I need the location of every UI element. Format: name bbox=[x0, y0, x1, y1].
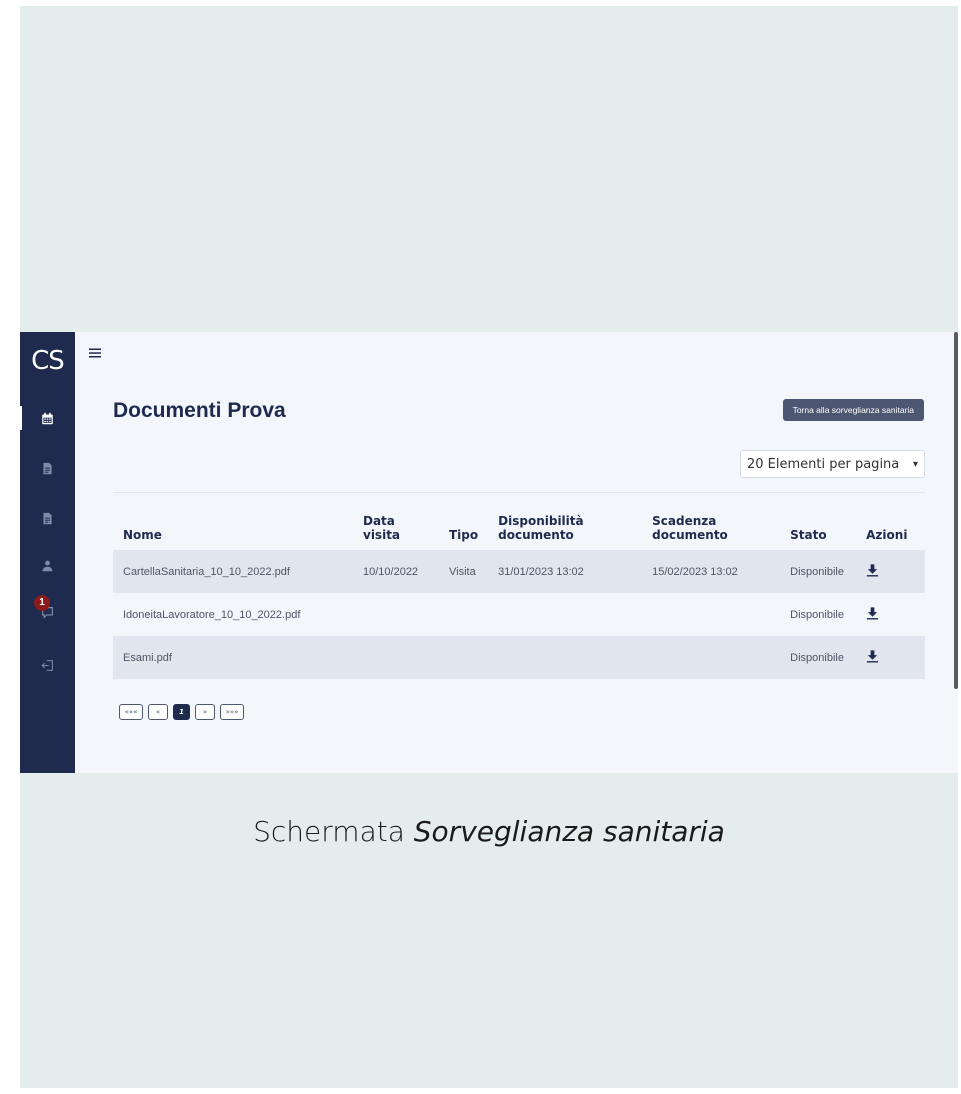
menu-icon[interactable] bbox=[88, 346, 102, 360]
page-title: Documenti Prova bbox=[113, 399, 286, 422]
pagination-current-page[interactable]: 1 bbox=[173, 704, 190, 720]
table-header-row: Nome Data visita Tipo Disponibilità docum… bbox=[113, 500, 925, 550]
cell-disponibilita bbox=[488, 593, 642, 636]
header-line-2: documento bbox=[498, 528, 574, 542]
download-icon[interactable] bbox=[866, 649, 879, 663]
col-header-data-visita[interactable]: Data visita bbox=[353, 500, 439, 550]
screenshot-caption: Schermata Sorveglianza sanitaria bbox=[20, 815, 958, 848]
col-header-disponibilita[interactable]: Disponibilità documento bbox=[488, 500, 642, 550]
col-header-nome[interactable]: Nome bbox=[113, 500, 353, 550]
header-line-1: Scadenza bbox=[652, 514, 717, 528]
items-per-page-label: 20 Elementi per pagina bbox=[747, 456, 900, 472]
pagination-first-button[interactable]: ««« bbox=[119, 704, 143, 720]
cell-data-visita bbox=[353, 636, 439, 679]
download-icon[interactable] bbox=[866, 606, 879, 620]
cell-tipo bbox=[439, 636, 489, 679]
cell-stato: Disponibile bbox=[780, 636, 857, 679]
calendar-icon bbox=[42, 412, 53, 424]
cell-disponibilita bbox=[488, 636, 643, 679]
cell-data-visita bbox=[353, 593, 439, 636]
pagination-prev-button[interactable]: « bbox=[148, 704, 168, 720]
user-icon bbox=[42, 560, 53, 571]
app-window: CS 1 Documenti Prova Torna alla sorvegli… bbox=[20, 332, 958, 773]
cell-azioni bbox=[856, 593, 925, 636]
header-line-1: Disponibilità bbox=[498, 514, 584, 528]
cell-nome: CartellaSanitaria_10_10_2022.pdf bbox=[113, 550, 353, 593]
cell-tipo bbox=[439, 593, 488, 636]
caption-emphasis: Sorveglianza sanitaria bbox=[413, 815, 725, 848]
pagination-last-button[interactable]: »»» bbox=[220, 704, 244, 720]
logout-icon bbox=[41, 659, 53, 671]
pagination-next-button[interactable]: » bbox=[195, 704, 215, 720]
active-indicator bbox=[20, 406, 22, 430]
cell-tipo: Visita bbox=[439, 550, 489, 593]
notification-badge: 1 bbox=[34, 595, 50, 611]
cell-azioni bbox=[856, 550, 925, 593]
items-per-page-select[interactable]: 20 Elementi per pagina ▾ bbox=[740, 450, 925, 478]
col-header-scadenza[interactable]: Scadenza documento bbox=[642, 500, 780, 550]
select-arrows-icon: ▾ bbox=[912, 458, 918, 470]
vertical-scrollbar[interactable] bbox=[954, 332, 958, 689]
table-row: IdoneitaLavoratore_10_10_2022.pdf Dispon… bbox=[113, 593, 925, 636]
main-content: Documenti Prova Torna alla sorveglianza … bbox=[75, 332, 958, 773]
documents-table: Nome Data visita Tipo Disponibilità docum… bbox=[113, 500, 925, 679]
sidebar-item-documents[interactable] bbox=[20, 456, 75, 480]
document-icon bbox=[43, 512, 52, 524]
col-header-azioni: Azioni bbox=[866, 528, 908, 542]
download-icon[interactable] bbox=[866, 563, 879, 577]
cell-scadenza bbox=[642, 593, 780, 636]
cell-nome: Esami.pdf bbox=[113, 636, 353, 679]
cell-disponibilita: 31/01/2023 13:02 bbox=[488, 550, 643, 593]
cell-scadenza bbox=[642, 636, 781, 679]
table-row: Esami.pdf Disponibile bbox=[113, 636, 925, 679]
cell-stato: Disponibile bbox=[790, 608, 844, 621]
cell-azioni bbox=[856, 636, 925, 679]
cell-scadenza: 15/02/2023 13:02 bbox=[642, 550, 781, 593]
header-line-2: documento bbox=[652, 528, 728, 542]
cell-data-visita: 10/10/2022 bbox=[353, 550, 439, 593]
sidebar-item-profile[interactable] bbox=[20, 553, 75, 577]
cell-nome: IdoneitaLavoratore_10_10_2022.pdf bbox=[123, 608, 301, 621]
sidebar: CS 1 bbox=[20, 332, 75, 773]
sidebar-item-logout[interactable] bbox=[20, 653, 75, 677]
col-header-tipo[interactable]: Tipo bbox=[439, 500, 488, 550]
table-row: CartellaSanitaria_10_10_2022.pdf 10/10/2… bbox=[113, 550, 925, 593]
back-to-surveillance-button[interactable]: Torna alla sorveglianza sanitaria bbox=[782, 399, 924, 421]
document-icon bbox=[43, 462, 52, 474]
divider bbox=[113, 492, 925, 493]
pagination: ««« « 1 » »»» bbox=[119, 704, 244, 720]
sidebar-item-reports[interactable] bbox=[20, 506, 75, 530]
cell-stato: Disponibile bbox=[780, 550, 857, 593]
app-logo: CS bbox=[31, 346, 65, 376]
sidebar-item-calendar[interactable] bbox=[20, 406, 75, 430]
col-header-stato[interactable]: Stato bbox=[780, 500, 856, 550]
caption-prefix: Schermata bbox=[253, 815, 414, 848]
